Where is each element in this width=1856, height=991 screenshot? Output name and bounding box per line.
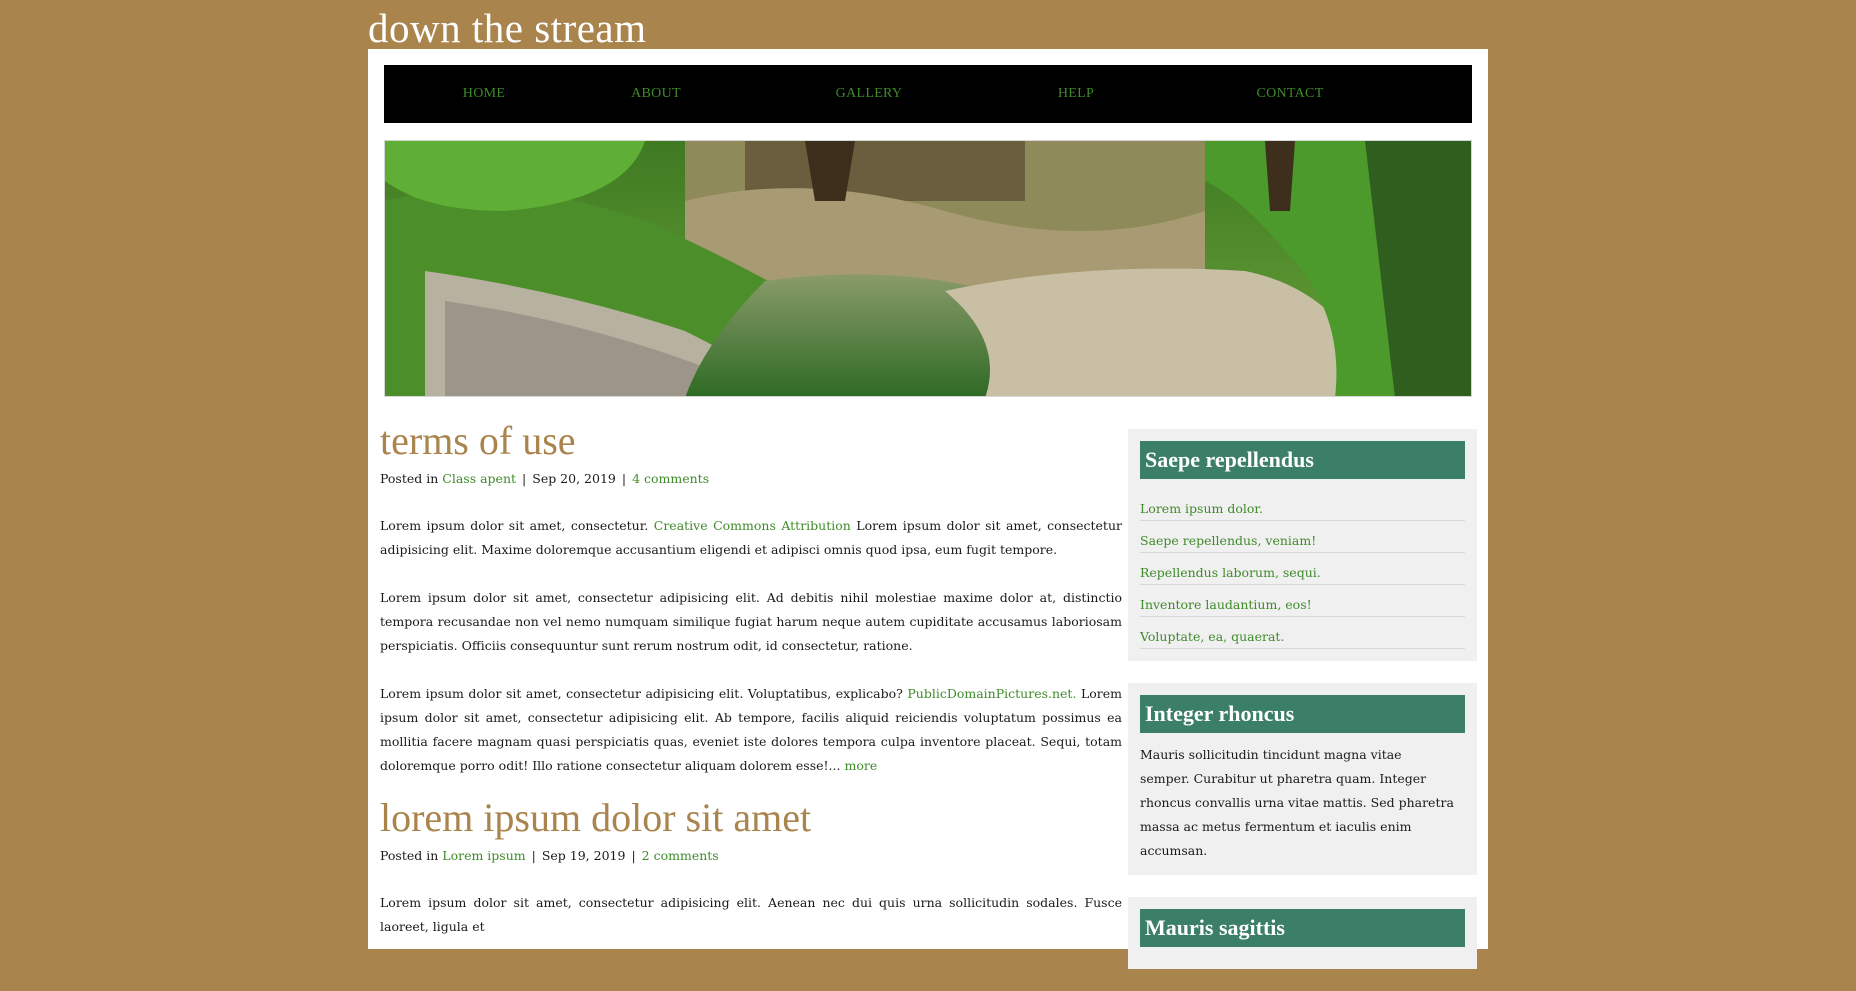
- widget-title: Mauris sagittis: [1140, 909, 1465, 947]
- paragraph-text: Lorem ipsum dolor sit amet, consectetur …: [380, 686, 908, 701]
- widget-link[interactable]: Saepe repellendus, veniam!: [1140, 533, 1316, 548]
- stream-landscape-image: [385, 141, 1471, 396]
- post-paragraph: Lorem ipsum dolor sit amet, consectetur …: [380, 590, 1122, 653]
- hero-image: [384, 140, 1472, 397]
- post-body: Lorem ipsum dolor sit amet, consectetur …: [380, 891, 1122, 939]
- widget-mauris-sagittis: Mauris sagittis: [1128, 897, 1477, 969]
- widget-link[interactable]: Voluptate, ea, quaerat.: [1140, 629, 1284, 644]
- main-content: terms of use Posted in Class apent | Sep 2…: [380, 419, 1122, 963]
- post-category-link[interactable]: Class apent: [442, 471, 516, 486]
- post-comments-link[interactable]: 2 comments: [642, 848, 719, 863]
- read-more-link[interactable]: more: [844, 758, 877, 773]
- nav-gallery[interactable]: GALLERY: [824, 65, 914, 123]
- post-lorem-ipsum: lorem ipsum dolor sit amet Posted in Lor…: [380, 796, 1122, 939]
- site-title[interactable]: down the stream: [368, 4, 646, 52]
- post-terms-of-use: terms of use Posted in Class apent | Sep 2…: [380, 419, 1122, 778]
- public-domain-pictures-link[interactable]: PublicDomainPictures.net.: [907, 686, 1076, 701]
- list-item: Repellendus laborum, sequi.: [1140, 553, 1465, 585]
- post-body: Lorem ipsum dolor sit amet, consectetur.…: [380, 514, 1122, 778]
- widget-link[interactable]: Repellendus laborum, sequi.: [1140, 565, 1321, 580]
- creative-commons-link[interactable]: Creative Commons Attribution: [654, 518, 851, 533]
- list-item: Lorem ipsum dolor.: [1140, 489, 1465, 521]
- widget-link[interactable]: Inventore laudantium, eos!: [1140, 597, 1312, 612]
- post-meta: Posted in Class apent | Sep 20, 2019 | 4 com…: [380, 471, 710, 486]
- nav-home[interactable]: HOME: [444, 65, 524, 123]
- post-meta: Posted in Lorem ipsum | Sep 19, 2019 | 2 com…: [380, 848, 719, 863]
- list-item: Saepe repellendus, veniam!: [1140, 521, 1465, 553]
- widget-title: Saepe repellendus: [1140, 441, 1465, 479]
- posted-in-label: Posted in: [380, 848, 439, 863]
- widget-link-list: Lorem ipsum dolor. Saepe repellendus, ve…: [1140, 489, 1465, 649]
- widget-title: Integer rhoncus: [1140, 695, 1465, 733]
- post-date: Sep 19, 2019: [541, 848, 626, 863]
- nav-help[interactable]: HELP: [1036, 65, 1116, 123]
- widget-text: Mauris sollicitudin tincidunt magna vita…: [1140, 747, 1454, 858]
- paragraph-text: Lorem ipsum dolor sit amet, consectetur.: [380, 518, 654, 533]
- post-category-link[interactable]: Lorem ipsum: [442, 848, 525, 863]
- post-title[interactable]: lorem ipsum dolor sit amet: [380, 796, 1122, 840]
- post-date: Sep 20, 2019: [532, 471, 616, 486]
- post-comments-link[interactable]: 4 comments: [632, 471, 709, 486]
- post-paragraph: Lorem ipsum dolor sit amet, consectetur …: [380, 682, 1122, 778]
- list-item: Inventore laudantium, eos!: [1140, 585, 1465, 617]
- widget-saepe-repellendus: Saepe repellendus Lorem ipsum dolor. Sae…: [1128, 429, 1477, 661]
- sidebar: Saepe repellendus Lorem ipsum dolor. Sae…: [1128, 429, 1477, 991]
- posted-in-label: Posted in: [380, 471, 439, 486]
- widget-link[interactable]: Lorem ipsum dolor.: [1140, 501, 1263, 516]
- page-container: HOME ABOUT GALLERY HELP CONTACT terms of…: [368, 49, 1488, 969]
- nav-about[interactable]: ABOUT: [616, 65, 696, 123]
- widget-integer-rhoncus: Integer rhoncus Mauris sollicitudin tinc…: [1128, 683, 1477, 875]
- list-item: Voluptate, ea, quaerat.: [1140, 617, 1465, 649]
- post-paragraph: Lorem ipsum dolor sit amet, consectetur.…: [380, 514, 1122, 562]
- main-nav: HOME ABOUT GALLERY HELP CONTACT: [384, 65, 1472, 123]
- post-title[interactable]: terms of use: [380, 419, 1122, 463]
- post-paragraph: Lorem ipsum dolor sit amet, consectetur …: [380, 895, 1122, 934]
- nav-contact[interactable]: CONTACT: [1240, 65, 1340, 123]
